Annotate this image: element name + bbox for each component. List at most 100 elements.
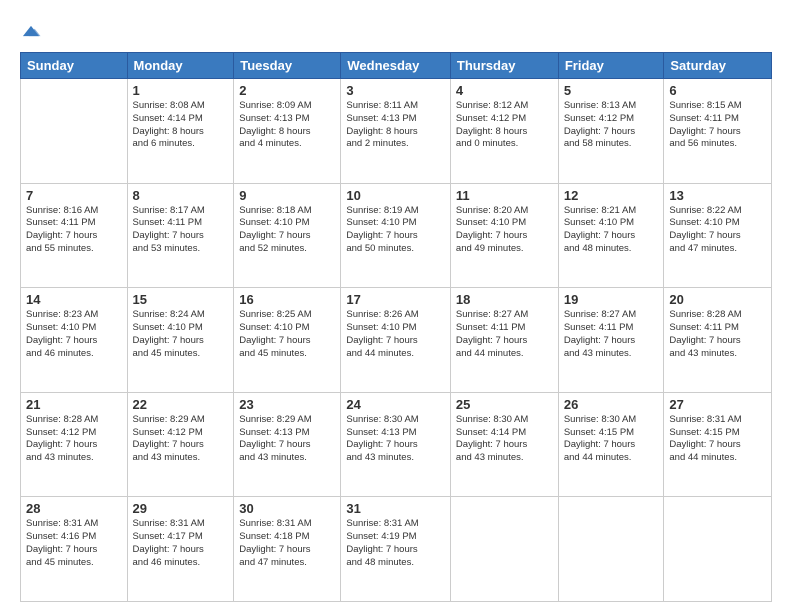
day-number: 13 <box>669 188 766 203</box>
day-info: Sunrise: 8:12 AM Sunset: 4:12 PM Dayligh… <box>456 100 553 151</box>
day-number: 25 <box>456 397 553 412</box>
calendar-cell: 6 Sunrise: 8:15 AM Sunset: 4:11 PM Daylig… <box>664 79 772 184</box>
calendar-week-4: 28 Sunrise: 8:31 AM Sunset: 4:16 PM Dayli… <box>21 497 772 602</box>
calendar: SundayMondayTuesdayWednesdayThursdayFrid… <box>20 52 772 602</box>
day-info: Sunrise: 8:29 AM Sunset: 4:12 PM Dayligh… <box>133 414 229 465</box>
calendar-cell: 30Sunrise: 8:31 AM Sunset: 4:18 PM Dayli… <box>234 497 341 602</box>
day-info: Sunrise: 8:29 AM Sunset: 4:13 PM Dayligh… <box>239 414 335 465</box>
weekday-row: SundayMondayTuesdayWednesdayThursdayFrid… <box>21 53 772 79</box>
day-number: 28 <box>26 501 122 516</box>
day-number: 18 <box>456 292 553 307</box>
calendar-cell <box>21 79 128 184</box>
calendar-cell: 24 Sunrise: 8:30 AM Sunset: 4:13 PM Dayli… <box>341 392 451 497</box>
day-info: Sunrise: 8:20 AM Sunset: 4:10 PM Dayligh… <box>456 205 553 256</box>
calendar-cell: 17Sunrise: 8:26 AM Sunset: 4:10 PM Dayli… <box>341 288 451 393</box>
calendar-week-0: 1 Sunrise: 8:08 AM Sunset: 4:14 PM Daylig… <box>21 79 772 184</box>
calendar-cell: 31 Sunrise: 8:31 AM Sunset: 4:19 PM Dayli… <box>341 497 451 602</box>
weekday-header-thursday: Thursday <box>450 53 558 79</box>
calendar-cell: 14 Sunrise: 8:23 AM Sunset: 4:10 PM Dayli… <box>21 288 128 393</box>
calendar-cell: 28 Sunrise: 8:31 AM Sunset: 4:16 PM Dayli… <box>21 497 128 602</box>
day-number: 9 <box>239 188 335 203</box>
calendar-cell: 8 Sunrise: 8:17 AM Sunset: 4:11 PM Daylig… <box>127 183 234 288</box>
day-info: Sunrise: 8:31 AM Sunset: 4:19 PM Dayligh… <box>346 518 445 569</box>
day-number: 5 <box>564 83 659 98</box>
calendar-cell: 9Sunrise: 8:18 AM Sunset: 4:10 PM Daylig… <box>234 183 341 288</box>
day-info: Sunrise: 8:27 AM Sunset: 4:11 PM Dayligh… <box>564 309 659 360</box>
day-info: Sunrise: 8:11 AM Sunset: 4:13 PM Dayligh… <box>346 100 445 151</box>
calendar-cell: 10 Sunrise: 8:19 AM Sunset: 4:10 PM Dayli… <box>341 183 451 288</box>
calendar-header: SundayMondayTuesdayWednesdayThursdayFrid… <box>21 53 772 79</box>
day-info: Sunrise: 8:25 AM Sunset: 4:10 PM Dayligh… <box>239 309 335 360</box>
page: SundayMondayTuesdayWednesdayThursdayFrid… <box>0 0 792 612</box>
day-number: 26 <box>564 397 659 412</box>
calendar-cell: 23 Sunrise: 8:29 AM Sunset: 4:13 PM Dayli… <box>234 392 341 497</box>
calendar-cell: 1 Sunrise: 8:08 AM Sunset: 4:14 PM Daylig… <box>127 79 234 184</box>
day-info: Sunrise: 8:09 AM Sunset: 4:13 PM Dayligh… <box>239 100 335 151</box>
day-info: Sunrise: 8:16 AM Sunset: 4:11 PM Dayligh… <box>26 205 122 256</box>
day-info: Sunrise: 8:30 AM Sunset: 4:13 PM Dayligh… <box>346 414 445 465</box>
calendar-cell: 21Sunrise: 8:28 AM Sunset: 4:12 PM Dayli… <box>21 392 128 497</box>
day-number: 8 <box>133 188 229 203</box>
calendar-cell: 18 Sunrise: 8:27 AM Sunset: 4:11 PM Dayli… <box>450 288 558 393</box>
header <box>20 18 772 42</box>
day-number: 16 <box>239 292 335 307</box>
day-info: Sunrise: 8:27 AM Sunset: 4:11 PM Dayligh… <box>456 309 553 360</box>
day-number: 1 <box>133 83 229 98</box>
day-info: Sunrise: 8:24 AM Sunset: 4:10 PM Dayligh… <box>133 309 229 360</box>
day-number: 15 <box>133 292 229 307</box>
day-number: 27 <box>669 397 766 412</box>
calendar-week-3: 21Sunrise: 8:28 AM Sunset: 4:12 PM Dayli… <box>21 392 772 497</box>
day-number: 4 <box>456 83 553 98</box>
calendar-cell: 13Sunrise: 8:22 AM Sunset: 4:10 PM Dayli… <box>664 183 772 288</box>
calendar-body: 1 Sunrise: 8:08 AM Sunset: 4:14 PM Daylig… <box>21 79 772 602</box>
day-info: Sunrise: 8:31 AM Sunset: 4:18 PM Dayligh… <box>239 518 335 569</box>
weekday-header-tuesday: Tuesday <box>234 53 341 79</box>
day-number: 20 <box>669 292 766 307</box>
day-info: Sunrise: 8:17 AM Sunset: 4:11 PM Dayligh… <box>133 205 229 256</box>
day-info: Sunrise: 8:08 AM Sunset: 4:14 PM Dayligh… <box>133 100 229 151</box>
calendar-cell: 27 Sunrise: 8:31 AM Sunset: 4:15 PM Dayli… <box>664 392 772 497</box>
day-info: Sunrise: 8:31 AM Sunset: 4:17 PM Dayligh… <box>133 518 229 569</box>
calendar-cell <box>450 497 558 602</box>
calendar-week-2: 14 Sunrise: 8:23 AM Sunset: 4:10 PM Dayli… <box>21 288 772 393</box>
day-number: 14 <box>26 292 122 307</box>
day-info: Sunrise: 8:21 AM Sunset: 4:10 PM Dayligh… <box>564 205 659 256</box>
day-info: Sunrise: 8:23 AM Sunset: 4:10 PM Dayligh… <box>26 309 122 360</box>
weekday-header-monday: Monday <box>127 53 234 79</box>
calendar-cell: 19 Sunrise: 8:27 AM Sunset: 4:11 PM Dayli… <box>558 288 664 393</box>
day-info: Sunrise: 8:31 AM Sunset: 4:16 PM Dayligh… <box>26 518 122 569</box>
calendar-cell: 26 Sunrise: 8:30 AM Sunset: 4:15 PM Dayli… <box>558 392 664 497</box>
day-number: 29 <box>133 501 229 516</box>
day-number: 12 <box>564 188 659 203</box>
day-info: Sunrise: 8:28 AM Sunset: 4:11 PM Dayligh… <box>669 309 766 360</box>
calendar-cell: 25 Sunrise: 8:30 AM Sunset: 4:14 PM Dayli… <box>450 392 558 497</box>
day-number: 31 <box>346 501 445 516</box>
calendar-cell: 4 Sunrise: 8:12 AM Sunset: 4:12 PM Daylig… <box>450 79 558 184</box>
calendar-week-1: 7Sunrise: 8:16 AM Sunset: 4:11 PM Daylig… <box>21 183 772 288</box>
calendar-cell: 20 Sunrise: 8:28 AM Sunset: 4:11 PM Dayli… <box>664 288 772 393</box>
calendar-cell: 11Sunrise: 8:20 AM Sunset: 4:10 PM Dayli… <box>450 183 558 288</box>
calendar-cell: 29 Sunrise: 8:31 AM Sunset: 4:17 PM Dayli… <box>127 497 234 602</box>
logo <box>20 18 46 42</box>
day-info: Sunrise: 8:30 AM Sunset: 4:15 PM Dayligh… <box>564 414 659 465</box>
calendar-cell: 16 Sunrise: 8:25 AM Sunset: 4:10 PM Dayli… <box>234 288 341 393</box>
day-number: 23 <box>239 397 335 412</box>
day-number: 19 <box>564 292 659 307</box>
calendar-cell: 5Sunrise: 8:13 AM Sunset: 4:12 PM Daylig… <box>558 79 664 184</box>
day-info: Sunrise: 8:19 AM Sunset: 4:10 PM Dayligh… <box>346 205 445 256</box>
day-info: Sunrise: 8:15 AM Sunset: 4:11 PM Dayligh… <box>669 100 766 151</box>
day-info: Sunrise: 8:30 AM Sunset: 4:14 PM Dayligh… <box>456 414 553 465</box>
calendar-cell: 7Sunrise: 8:16 AM Sunset: 4:11 PM Daylig… <box>21 183 128 288</box>
day-number: 6 <box>669 83 766 98</box>
weekday-header-friday: Friday <box>558 53 664 79</box>
day-number: 22 <box>133 397 229 412</box>
calendar-cell: 3Sunrise: 8:11 AM Sunset: 4:13 PM Daylig… <box>341 79 451 184</box>
day-number: 17 <box>346 292 445 307</box>
day-number: 10 <box>346 188 445 203</box>
calendar-cell: 22 Sunrise: 8:29 AM Sunset: 4:12 PM Dayli… <box>127 392 234 497</box>
calendar-cell <box>664 497 772 602</box>
day-info: Sunrise: 8:31 AM Sunset: 4:15 PM Dayligh… <box>669 414 766 465</box>
day-number: 24 <box>346 397 445 412</box>
day-info: Sunrise: 8:28 AM Sunset: 4:12 PM Dayligh… <box>26 414 122 465</box>
calendar-cell <box>558 497 664 602</box>
